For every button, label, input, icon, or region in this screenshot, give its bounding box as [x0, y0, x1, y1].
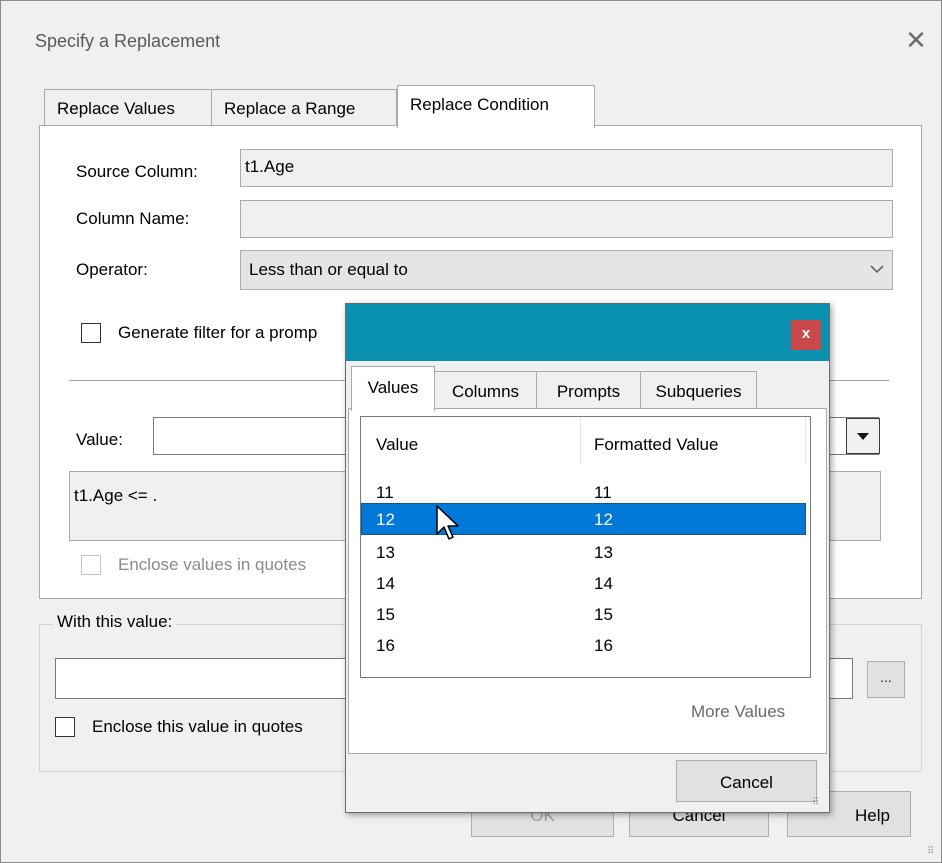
column-divider[interactable]	[580, 417, 581, 464]
enclose-this-value-label: Enclose this value in quotes	[92, 717, 303, 736]
value-dropdown-button[interactable]	[846, 418, 880, 454]
value-picker-popup: x Values Columns Prompts Subqueries Valu…	[345, 303, 830, 813]
cell-formatted: 14	[594, 574, 613, 593]
cell-value: 15	[376, 605, 395, 624]
generate-filter-label: Generate filter for a promp	[118, 323, 318, 342]
cell-formatted: 16	[594, 636, 613, 655]
popup-cancel-label: Cancel	[720, 773, 773, 792]
column-header-formatted[interactable]: Formatted Value	[594, 436, 718, 453]
tab-label: Replace a Range	[224, 99, 356, 118]
dialog-title: Specify a Replacement	[35, 31, 221, 51]
tab-replace-range[interactable]: Replace a Range	[211, 89, 397, 126]
enclose-values-checkbox[interactable]	[81, 555, 101, 575]
cell-value: 16	[376, 636, 395, 655]
browse-button[interactable]: ...	[867, 661, 905, 698]
cell-formatted: 12	[594, 510, 613, 529]
tab-replace-values[interactable]: Replace Values	[44, 89, 212, 126]
column-header-value[interactable]: Value	[376, 436, 418, 453]
cell-value: 11	[376, 483, 394, 502]
tab-label: Prompts	[556, 382, 621, 401]
column-name-field	[240, 200, 893, 238]
tab-label: Replace Values	[57, 99, 175, 118]
list-item[interactable]: 16 16	[361, 629, 806, 661]
close-icon[interactable]: ✕	[901, 25, 931, 55]
source-column-label: Source Column:	[76, 162, 198, 181]
expression-text: t1.Age <= .	[74, 486, 158, 505]
resize-grip-icon[interactable]: ⠿	[927, 847, 934, 857]
enclose-this-value-checkbox[interactable]	[55, 717, 75, 737]
resize-grip-icon[interactable]: ⠿	[812, 798, 819, 808]
cell-formatted: 11	[594, 483, 612, 502]
column-divider[interactable]	[805, 417, 806, 464]
cell-formatted: 15	[594, 605, 613, 624]
tab-prompts[interactable]: Prompts	[536, 371, 641, 409]
operator-select[interactable]: Less than or equal to	[240, 250, 893, 290]
tab-label: Values	[367, 378, 419, 397]
tab-subqueries[interactable]: Subqueries	[640, 371, 757, 409]
tab-columns[interactable]: Columns	[434, 371, 537, 409]
cell-value: 12	[376, 510, 395, 529]
operator-label: Operator:	[76, 260, 148, 279]
values-list[interactable]: Value Formatted Value 11 11 12 12 13 13 …	[360, 416, 811, 678]
cell-formatted: 13	[594, 543, 613, 562]
more-values-link[interactable]: More Values	[691, 703, 785, 720]
list-item[interactable]: 13 13	[361, 536, 806, 568]
tab-replace-condition[interactable]: Replace Condition	[397, 85, 595, 128]
tab-label: Columns	[451, 382, 520, 401]
popup-cancel-button[interactable]: Cancel	[676, 760, 817, 802]
source-column-field: t1.Age	[240, 149, 893, 187]
list-item[interactable]: 14 14	[361, 567, 806, 599]
list-item-selected[interactable]: 12 12	[361, 503, 806, 535]
cell-value: 14	[376, 574, 395, 593]
cell-value: 13	[376, 543, 395, 562]
list-item[interactable]: 15 15	[361, 598, 806, 630]
value-label: Value:	[76, 430, 123, 449]
chevron-down-icon	[870, 261, 884, 279]
tab-label: Subqueries	[655, 382, 742, 401]
with-value-label: With this value:	[53, 613, 177, 630]
generate-filter-checkbox[interactable]	[81, 323, 101, 343]
tab-values[interactable]: Values	[351, 366, 435, 411]
enclose-values-label: Enclose values in quotes	[118, 555, 307, 574]
mouse-pointer-icon	[436, 505, 460, 548]
operator-value: Less than or equal to	[249, 260, 408, 279]
column-name-label: Column Name:	[76, 209, 190, 228]
source-column-value: t1.Age	[245, 157, 295, 176]
popup-title-bar[interactable]	[346, 304, 829, 361]
tab-label: Replace Condition	[410, 95, 549, 114]
help-label: Help	[855, 806, 890, 825]
close-icon[interactable]: x	[791, 320, 821, 350]
dropdown-arrow-icon	[857, 433, 869, 440]
